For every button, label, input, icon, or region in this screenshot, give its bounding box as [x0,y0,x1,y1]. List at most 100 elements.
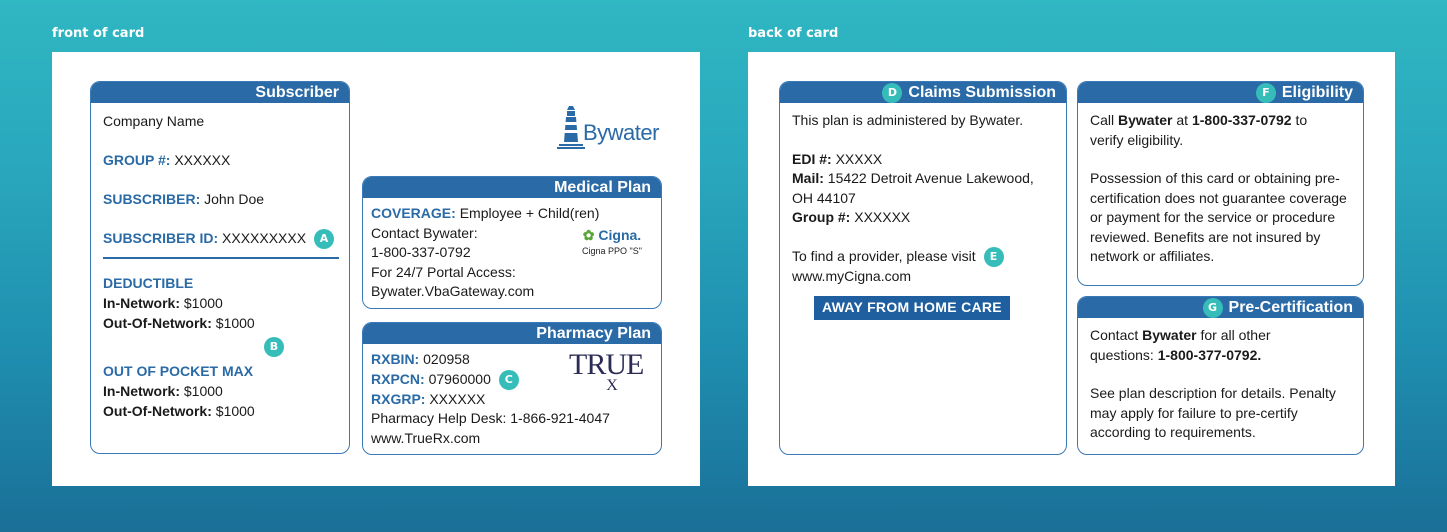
mail-value-line2: OH 44107 [792,189,856,206]
badge-a: A [313,229,334,250]
admin-line: This plan is administered by Bywater. [792,112,1024,128]
badge-g: G [1202,298,1223,318]
precert-questions: questions: [1090,346,1154,363]
precert-header: G Pre-Certification [1078,297,1363,318]
coverage-label: COVERAGE: [371,205,456,221]
subscriber-label: SUBSCRIBER: [103,191,201,207]
cigna-logo: ✿ Cigna. Cigna PPO "S" [567,226,657,256]
deductible-in-row: In-Network: $1000 [103,293,337,313]
pharmacy-plan-box: Pharmacy Plan RXBIN: 020958 RXPCN: 07960… [362,322,662,455]
edi-label: EDI #: [792,150,832,167]
deductible-out-row: Out-Of-Network: $1000 [103,313,337,333]
precert-contact: Contact [1090,327,1139,343]
coverage-value: Employee + Child(ren) [459,205,600,221]
mail-row: Mail: 15422 Detroit Avenue Lakewood, [792,169,1054,189]
subscriber-header: Subscriber [91,82,349,103]
eligibility-line2: verify eligibility. [1090,131,1184,148]
subscriber-id-row: SUBSCRIBER ID: XXXXXXXXX A [103,228,337,250]
ded-out-label: Out-Of-Network: [103,315,212,332]
subscriber-id-label: SUBSCRIBER ID: [103,230,219,246]
provider-line: To find a provider, please visit [792,247,976,264]
oop-in-value: $1000 [183,383,223,400]
eligibility-header: F Eligibility [1078,82,1363,103]
truerx-logo-main: TRUE [569,348,644,381]
bywater-logo-text: Bywater [583,120,659,145]
claims-group-value: XXXXXX [854,209,911,225]
cigna-plan: Cigna PPO "S" [582,245,642,256]
truerx-url: www.TrueRx.com [371,429,481,446]
front-card: Subscriber Company Name GROUP #: XXXXXX … [52,52,700,486]
portal-url: Bywater.VbaGateway.com [371,283,535,299]
precert-bywater: Bywater [1142,327,1197,343]
group-row: GROUP #: XXXXXX [103,150,337,170]
claims-header: D Claims Submission [780,82,1066,103]
ded-in-label: In-Network: [103,295,180,312]
edi-value: XXXXX [835,150,883,167]
claims-title: Claims Submission [908,84,1056,101]
pharmacy-plan-header: Pharmacy Plan [363,323,661,344]
oop-in-row: In-Network: $1000 [103,381,337,401]
cigna-logo-text: Cigna. [598,227,642,243]
eligibility-to: to [1295,112,1308,128]
badge-f: F [1255,83,1276,103]
precert-phone: 1-800-377-0792. [1157,346,1262,363]
badge-b: B [264,336,284,357]
lighthouse-icon [557,106,585,149]
precert-title: Pre-Certification [1228,299,1353,316]
edi-row: EDI #: XXXXX [792,150,1054,170]
medical-plan-header: Medical Plan [363,177,661,198]
rxpcn-label: RXPCN: [371,370,425,387]
truerx-logo-sub: X [606,377,618,394]
provider-url: www.myCigna.com [792,267,912,284]
company-name: Company Name [103,113,205,129]
oop-out-value: $1000 [215,403,255,420]
mail-value: 15422 Detroit Avenue Lakewood, [827,170,1034,186]
subscriber-value: John Doe [204,191,265,207]
precert-questions-line: questions: 1-800-377-0792. [1090,346,1351,366]
claims-group-label: Group #: [792,209,851,225]
rxpcn-value: 07960000 [428,370,491,387]
eligibility-at: at [1176,112,1189,128]
truerx-logo: TRUE X [569,348,644,394]
bywater-logo: Bywater [557,104,667,152]
claims-submission-box: D Claims Submission This plan is administ… [779,81,1067,455]
away-from-home-care-label: AWAY FROM HOME CARE [814,296,1010,320]
oop-in-label: In-Network: [103,383,180,400]
group-value: XXXXXX [174,152,231,168]
eligibility-call: Call [1090,112,1115,128]
precert-disclaimer: See plan description for details. Penalt… [1090,385,1336,440]
eligibility-disclaimer: Possession of this card or obtaining pre… [1090,170,1347,264]
badge-d: D [882,83,903,103]
eligibility-box: F Eligibility Call Bywater at 1-800-337-0… [1077,81,1364,286]
eligibility-title: Eligibility [1281,84,1353,101]
subscriber-row: SUBSCRIBER: John Doe [103,189,337,209]
oop-out-row: Out-Of-Network: $1000 [103,401,337,421]
precert-box: G Pre-Certification Contact Bywater for a… [1077,296,1364,455]
cigna-tree-icon: ✿ [582,227,595,243]
pharmacy-help-desk: Pharmacy Help Desk: 1-866-921-4047 [371,410,610,427]
subscriber-id-value: XXXXXXXXX [222,230,307,246]
eligibility-bywater: Bywater [1118,112,1173,128]
ded-out-value: $1000 [215,315,255,332]
deductible-label: DEDUCTIBLE [103,275,194,292]
claims-group-row: Group #: XXXXXX [792,208,1054,228]
coverage-row: COVERAGE: Employee + Child(ren) [371,204,653,224]
badge-c: C [498,369,519,390]
ded-in-value: $1000 [183,295,223,312]
eligibility-line1: Call Bywater at 1-800-337-0792 to [1090,111,1351,131]
medical-plan-box: Medical Plan COVERAGE: Employee + Child(… [362,176,662,309]
oop-label: OUT OF POCKET MAX [103,363,254,380]
subscriber-box: Subscriber Company Name GROUP #: XXXXXX … [90,81,350,454]
back-card: D Claims Submission This plan is administ… [748,52,1395,486]
precert-contact-line: Contact Bywater for all other [1090,326,1351,346]
eligibility-phone: 1-800-337-0792 [1191,112,1292,128]
group-label: GROUP #: [103,152,171,168]
provider-row: To find a provider, please visit E [792,246,1054,267]
rxgrp-label: RXGRP: [371,390,426,407]
back-of-card-label: back of card [748,26,839,41]
rxbin-value: 020958 [423,351,470,367]
mail-label: Mail: [792,170,824,186]
portal-line: For 24/7 Portal Access: [371,263,516,280]
oop-out-label: Out-Of-Network: [103,403,212,420]
rxgrp-value: XXXXXX [429,390,486,407]
